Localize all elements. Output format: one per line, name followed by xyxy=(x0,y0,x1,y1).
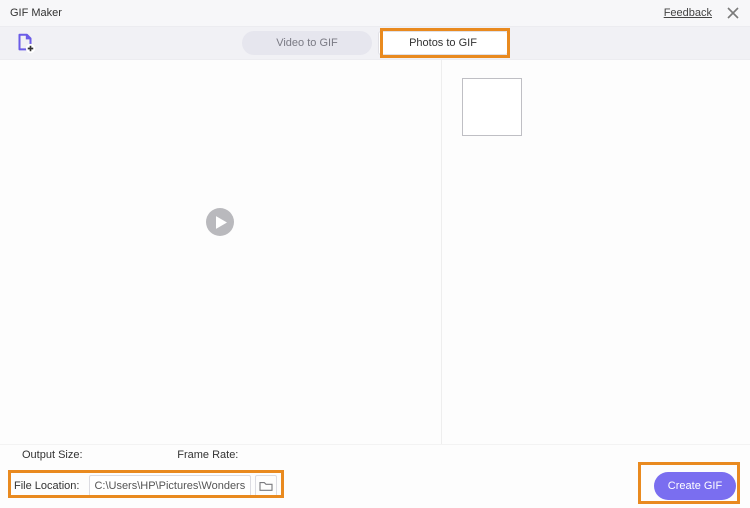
content-area xyxy=(0,60,750,444)
bottom-bar: File Location: C:\Users\HP\Pictures\Wond… xyxy=(0,464,750,508)
frame-rate-label: Frame Rate: xyxy=(177,449,328,461)
play-icon[interactable] xyxy=(206,208,234,236)
output-size-label: Output Size: xyxy=(22,449,137,461)
file-location-select[interactable]: C:\Users\HP\Pictures\Wondersh xyxy=(89,475,251,497)
file-location-group: File Location: C:\Users\HP\Pictures\Wond… xyxy=(14,475,277,497)
close-icon[interactable] xyxy=(726,6,740,20)
thumbnail-pane xyxy=(442,60,750,444)
thumbnail-item[interactable] xyxy=(462,78,522,136)
file-location-label: File Location: xyxy=(14,480,79,492)
preview-pane xyxy=(0,60,442,444)
folder-icon[interactable] xyxy=(255,475,277,497)
toolbar: Video to GIF Photos to GIF xyxy=(0,26,750,60)
mode-tabs: Video to GIF Photos to GIF xyxy=(242,31,508,55)
create-gif-button[interactable]: Create GIF xyxy=(654,472,736,500)
add-file-icon[interactable] xyxy=(14,32,36,54)
title-bar: GIF Maker Feedback xyxy=(0,0,750,26)
app-title: GIF Maker xyxy=(10,7,62,19)
feedback-link[interactable]: Feedback xyxy=(664,7,712,19)
tab-video-to-gif[interactable]: Video to GIF xyxy=(242,31,372,55)
tab-photos-to-gif[interactable]: Photos to GIF xyxy=(378,31,508,55)
